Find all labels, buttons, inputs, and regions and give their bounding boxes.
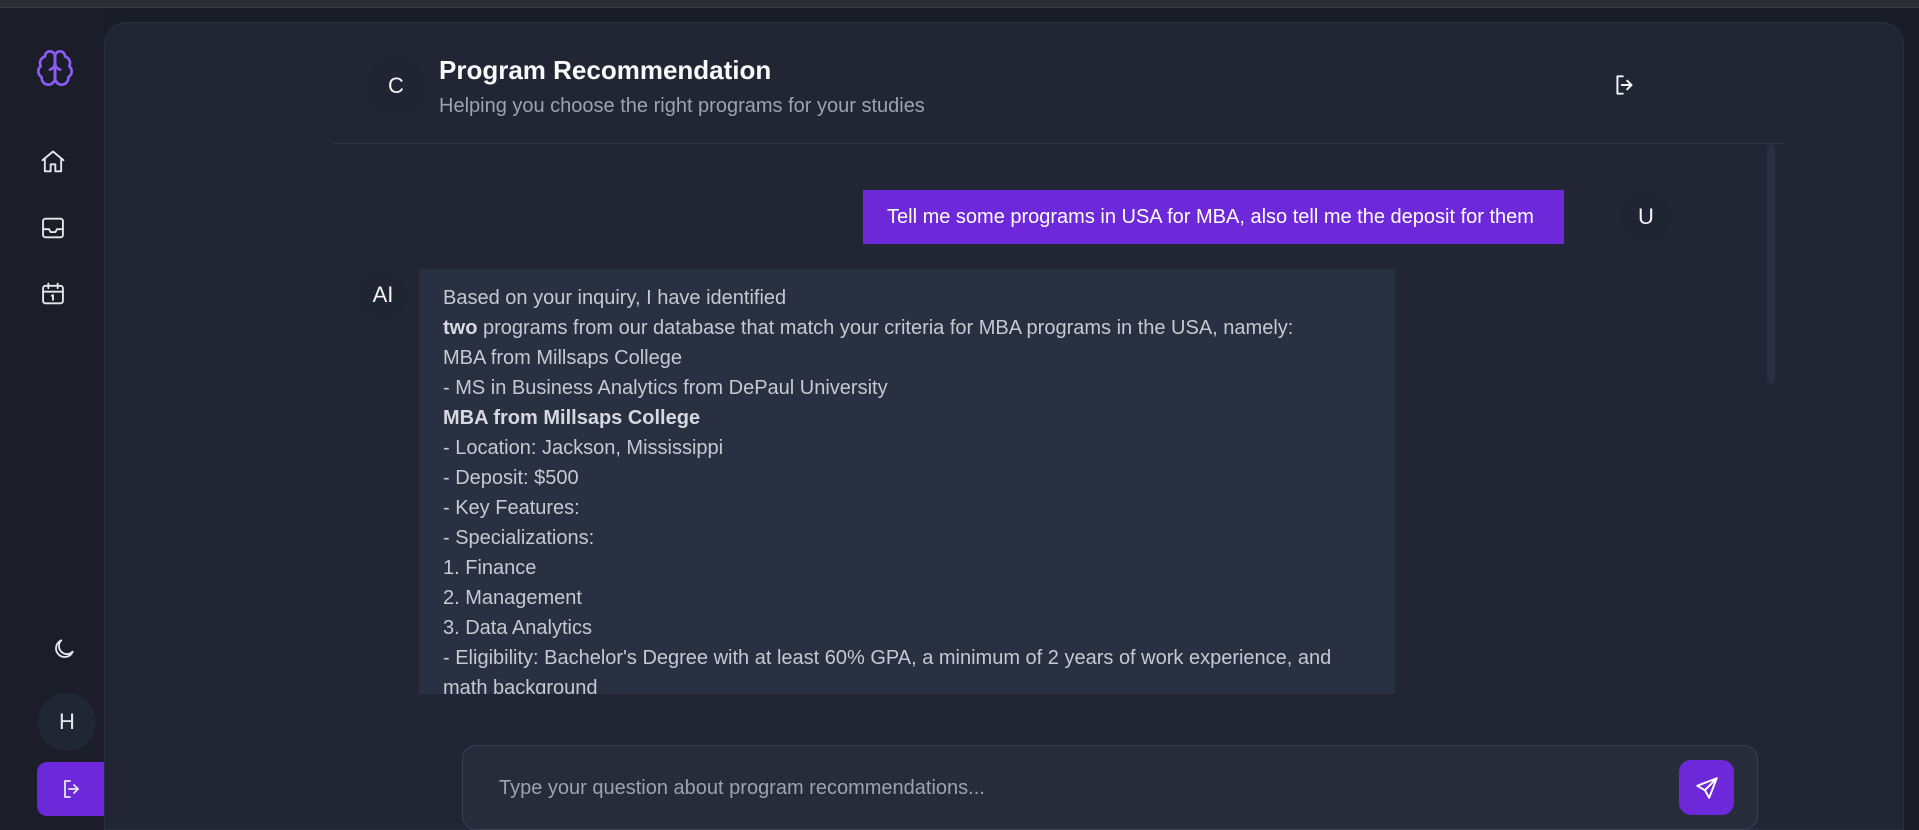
moon-icon[interactable] bbox=[45, 630, 83, 668]
chat-header: C Program Recommendation Helping you cho… bbox=[367, 53, 1787, 145]
ai-message-text: programs from our database that match yo… bbox=[477, 317, 1294, 339]
message-list[interactable]: Tell me some programs in USA for MBA, al… bbox=[333, 144, 1783, 694]
user-avatar-letter: H bbox=[59, 709, 75, 734]
brain-logo-icon[interactable] bbox=[33, 46, 77, 90]
ai-message-line: two programs from our database that matc… bbox=[443, 313, 1371, 343]
ai-avatar-label: AI bbox=[372, 282, 394, 307]
bot-avatar: C bbox=[367, 57, 425, 115]
user-message-avatar-letter: U bbox=[1638, 204, 1654, 229]
ai-message-line: - Deposit: $500 bbox=[443, 467, 579, 489]
ai-message-line: 2. Management bbox=[443, 587, 582, 609]
home-icon[interactable] bbox=[33, 142, 73, 182]
window-top-bar bbox=[0, 0, 1919, 8]
ai-message-bold: two bbox=[443, 317, 478, 339]
ai-message-line: 3. Data Analytics bbox=[443, 617, 592, 639]
ai-message-line: - Location: Jackson, Mississippi bbox=[443, 437, 724, 459]
user-message-bubble: Tell me some programs in USA for MBA, al… bbox=[863, 190, 1564, 244]
ai-message-line: - MS in Business Analytics from DePaul U… bbox=[443, 377, 888, 399]
ai-message-line: Based on your inquiry, I have identified bbox=[443, 287, 787, 309]
send-icon bbox=[1695, 776, 1718, 799]
ai-message-avatar: AI bbox=[359, 271, 407, 319]
page-subtitle: Helping you choose the right programs fo… bbox=[439, 95, 925, 117]
ai-message-line: 1. Finance bbox=[443, 557, 537, 579]
exit-icon bbox=[1616, 75, 1633, 95]
send-button[interactable] bbox=[1679, 760, 1734, 815]
calendar-icon[interactable] bbox=[33, 274, 73, 314]
chat-input-container bbox=[462, 745, 1758, 830]
user-avatar[interactable]: H bbox=[38, 693, 96, 751]
ai-message-line: MBA from Millsaps College bbox=[443, 347, 682, 369]
page-title: Program Recommendation bbox=[439, 55, 772, 85]
ai-message-line: - Key Features: bbox=[443, 497, 580, 519]
ai-message-line: - Eligibility: Bachelor's Degree with at… bbox=[443, 647, 1332, 694]
user-message-avatar: U bbox=[1621, 192, 1671, 242]
ai-message-bubble: Based on your inquiry, I have identified… bbox=[419, 269, 1395, 694]
scrollbar[interactable] bbox=[1767, 144, 1775, 384]
logout-icon bbox=[64, 780, 79, 798]
bot-avatar-letter: C bbox=[388, 73, 404, 98]
logout-button[interactable] bbox=[37, 762, 107, 816]
chat-panel: C Program Recommendation Helping you cho… bbox=[104, 22, 1904, 830]
inbox-icon[interactable] bbox=[33, 208, 73, 248]
question-input[interactable] bbox=[499, 768, 1649, 808]
ai-message-line: - Specializations: bbox=[443, 527, 595, 549]
exit-chat-button[interactable] bbox=[1607, 67, 1643, 103]
ai-message-heading: MBA from Millsaps College bbox=[443, 407, 701, 429]
sidebar: H bbox=[0, 8, 107, 830]
user-message-text: Tell me some programs in USA for MBA, al… bbox=[887, 205, 1534, 228]
